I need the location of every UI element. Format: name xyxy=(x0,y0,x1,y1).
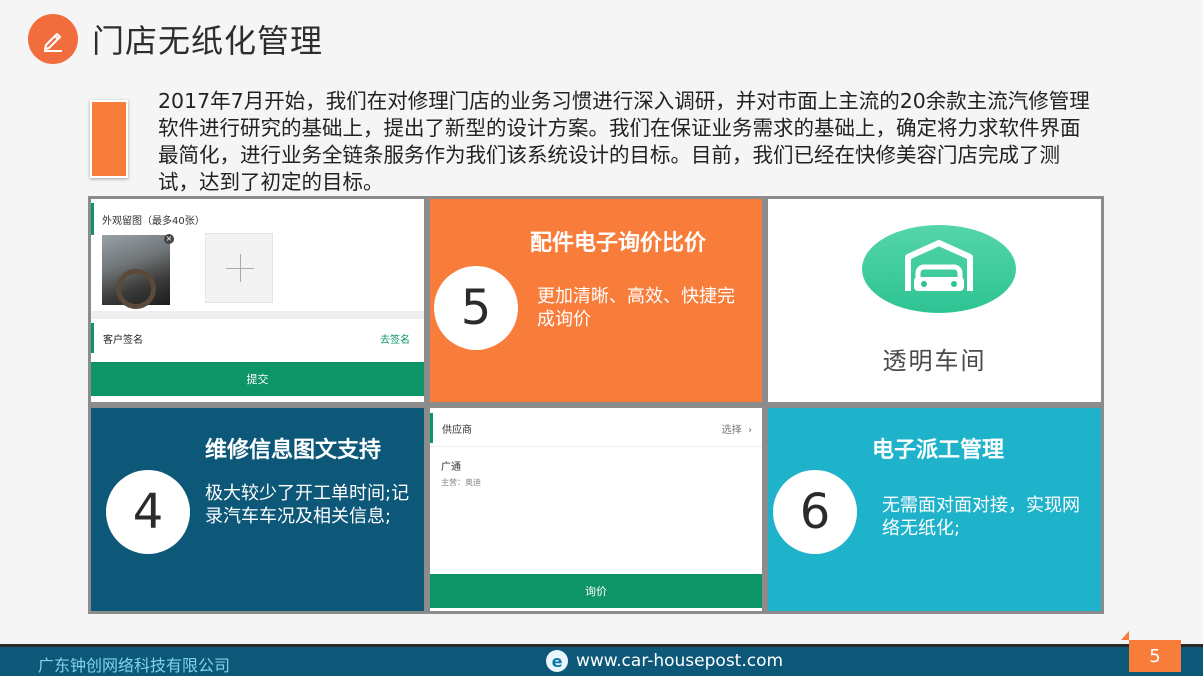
photo-section-header: 外观留图（最多40张） xyxy=(91,203,424,235)
repair-title: 维修信息图文支持 xyxy=(205,438,382,463)
supplier-business: 主营：奥迪 xyxy=(441,478,481,487)
page-number: 5 xyxy=(1129,640,1181,672)
car-interior-photo xyxy=(102,235,170,309)
divider xyxy=(430,446,762,447)
number-badge: 6 xyxy=(773,470,857,554)
number-badge: 5 xyxy=(434,266,518,350)
repair-info-tile: 维修信息图文支持 4 极大较少了开工单时间;记录汽车车况及相关信息; xyxy=(91,408,424,611)
photo-form-screenshot: 外观留图（最多40张） × 客户签名 去签名 提交 xyxy=(91,199,424,402)
pencil-icon xyxy=(28,14,78,64)
garage-icon xyxy=(862,225,1016,313)
supplier-row[interactable]: 供应商 选择 › xyxy=(430,413,762,443)
workshop-caption: 透明车间 xyxy=(882,347,987,375)
website-url: www.car-housepost.com xyxy=(576,651,784,671)
choose-link[interactable]: 选择 › xyxy=(722,421,752,436)
website-link[interactable]: e www.car-housepost.com xyxy=(546,650,783,672)
repair-description: 极大较少了开工单时间;记录汽车车况及相关信息; xyxy=(205,483,410,527)
e-icon: e xyxy=(546,650,568,672)
dispatch-tile: 电子派工管理 6 无需面对面对接，实现网络无纸化; xyxy=(768,408,1101,611)
intro-paragraph: 2017年7月开始，我们在对修理门店的业务习惯进行深入调研，并对市面上主流的20… xyxy=(158,89,1090,194)
number-badge: 4 xyxy=(106,470,190,554)
supplier-label: 供应商 xyxy=(442,424,472,436)
slide-header: 门店无纸化管理 xyxy=(28,14,323,64)
close-icon[interactable]: × xyxy=(164,234,174,244)
chevron-right-icon: › xyxy=(748,424,752,436)
company-name: 广东钟创网络科技有限公司 xyxy=(38,656,231,675)
add-photo-button[interactable] xyxy=(205,233,273,303)
supplier-name: 广通 xyxy=(441,462,461,473)
parts-inquiry-tile: 配件电子询价比价 5 更加清晰、高效、快捷完成询价 xyxy=(430,199,762,402)
steering-wheel-shape xyxy=(116,269,156,309)
page-title: 门店无纸化管理 xyxy=(92,22,324,60)
feature-grid: 外观留图（最多40张） × 客户签名 去签名 提交 配件电子询价比价 5 更加清… xyxy=(88,196,1104,614)
parts-description: 更加清晰、高效、快捷完成询价 xyxy=(537,286,735,330)
transparent-workshop-tile: 透明车间 xyxy=(768,199,1101,402)
plus-icon-vertical xyxy=(240,254,241,282)
footer-bar: 广东钟创网络科技有限公司 e www.car-housepost.com xyxy=(0,644,1203,676)
sign-link[interactable]: 去签名 xyxy=(380,331,410,346)
parts-title: 配件电子询价比价 xyxy=(530,231,707,256)
divider xyxy=(91,311,424,319)
signature-row: 客户签名 去签名 xyxy=(91,323,424,353)
page-tab-notch xyxy=(1121,631,1129,640)
supplier-form-screenshot: 供应商 选择 › 广通 主营：奥迪 询价 xyxy=(430,408,762,611)
submit-button[interactable]: 提交 xyxy=(91,362,424,396)
dispatch-description: 无需面对面对接，实现网络无纸化; xyxy=(882,495,1080,539)
signature-label: 客户签名 xyxy=(103,334,143,346)
inquiry-button[interactable]: 询价 xyxy=(430,574,762,608)
intro-accent-block xyxy=(90,100,128,178)
dispatch-title: 电子派工管理 xyxy=(872,438,1005,463)
